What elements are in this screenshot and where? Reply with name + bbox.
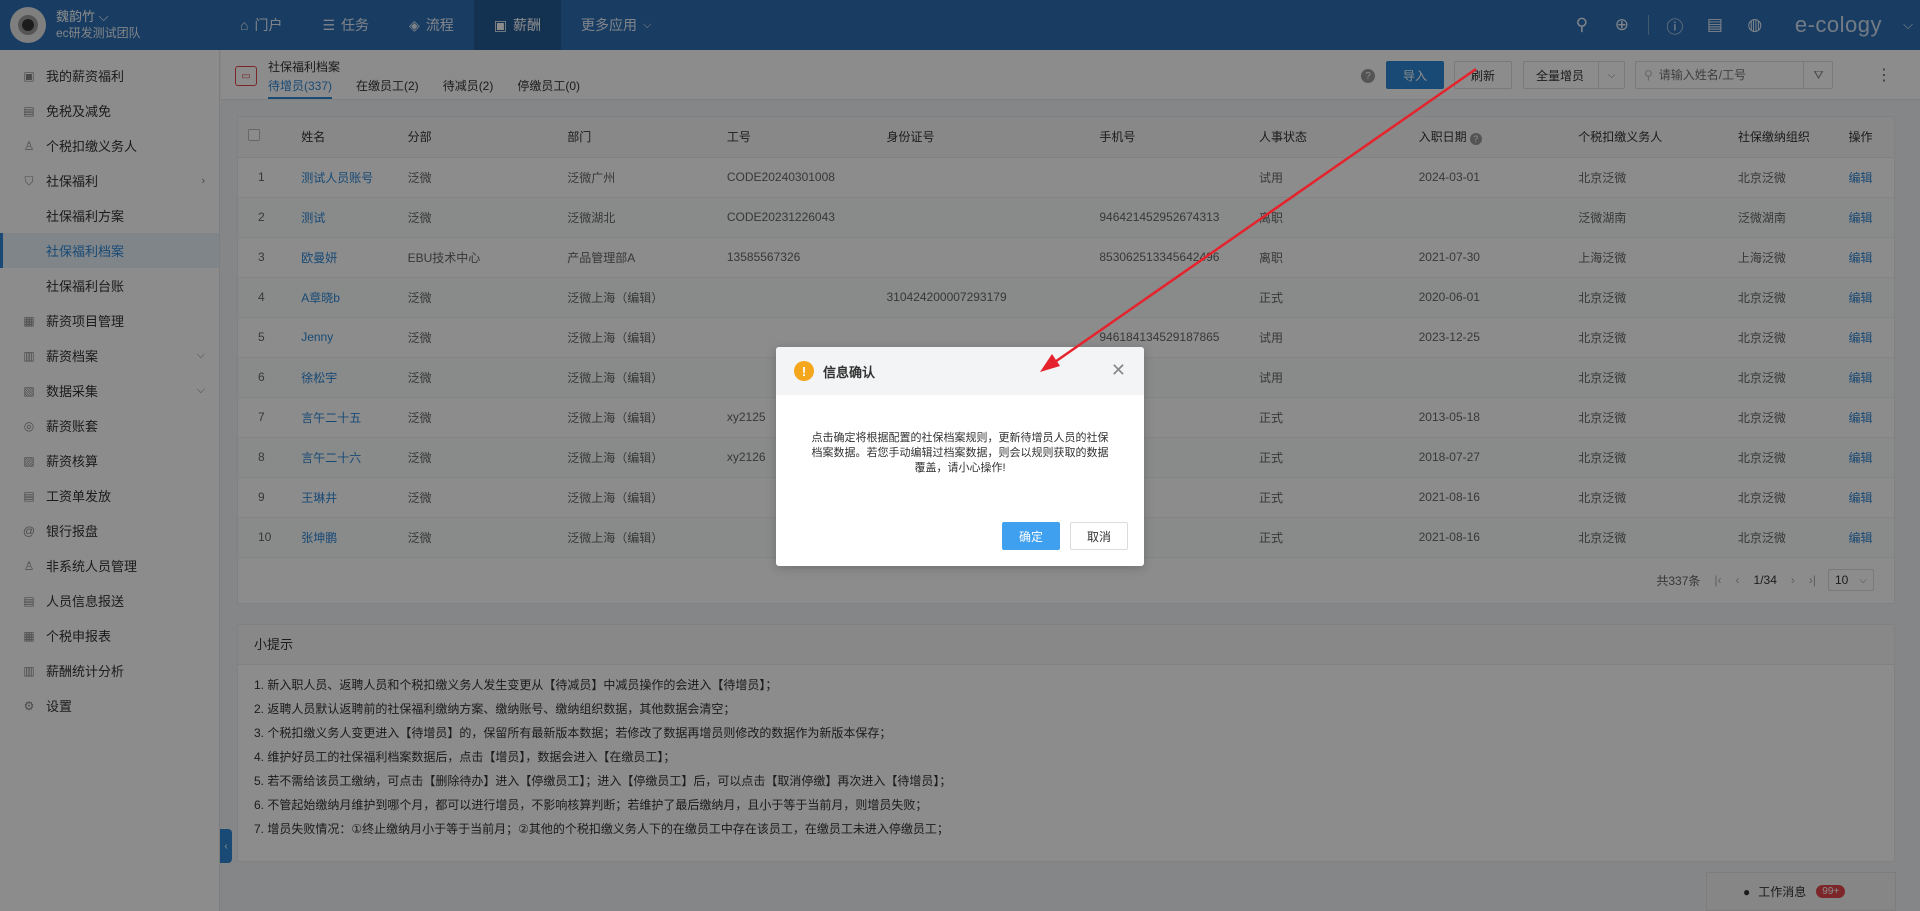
confirm-button[interactable]: 确定 <box>1002 522 1060 550</box>
confirm-dialog: ! 信息确认 ✕ 点击确定将根据配置的社保档案规则，更新待增员人员的社保档案数据… <box>776 347 1144 566</box>
dialog-title: 信息确认 <box>823 364 876 380</box>
cancel-button[interactable]: 取消 <box>1070 522 1128 550</box>
dialog-header: ! 信息确认 ✕ <box>776 347 1144 395</box>
dialog-footer: 确定 取消 <box>992 522 1128 550</box>
warning-icon: ! <box>794 361 814 381</box>
dialog-message: 点击确定将根据配置的社保档案规则，更新待增员人员的社保档案数据。若您手动编辑过档… <box>811 432 1109 474</box>
close-icon[interactable]: ✕ <box>1111 361 1126 379</box>
